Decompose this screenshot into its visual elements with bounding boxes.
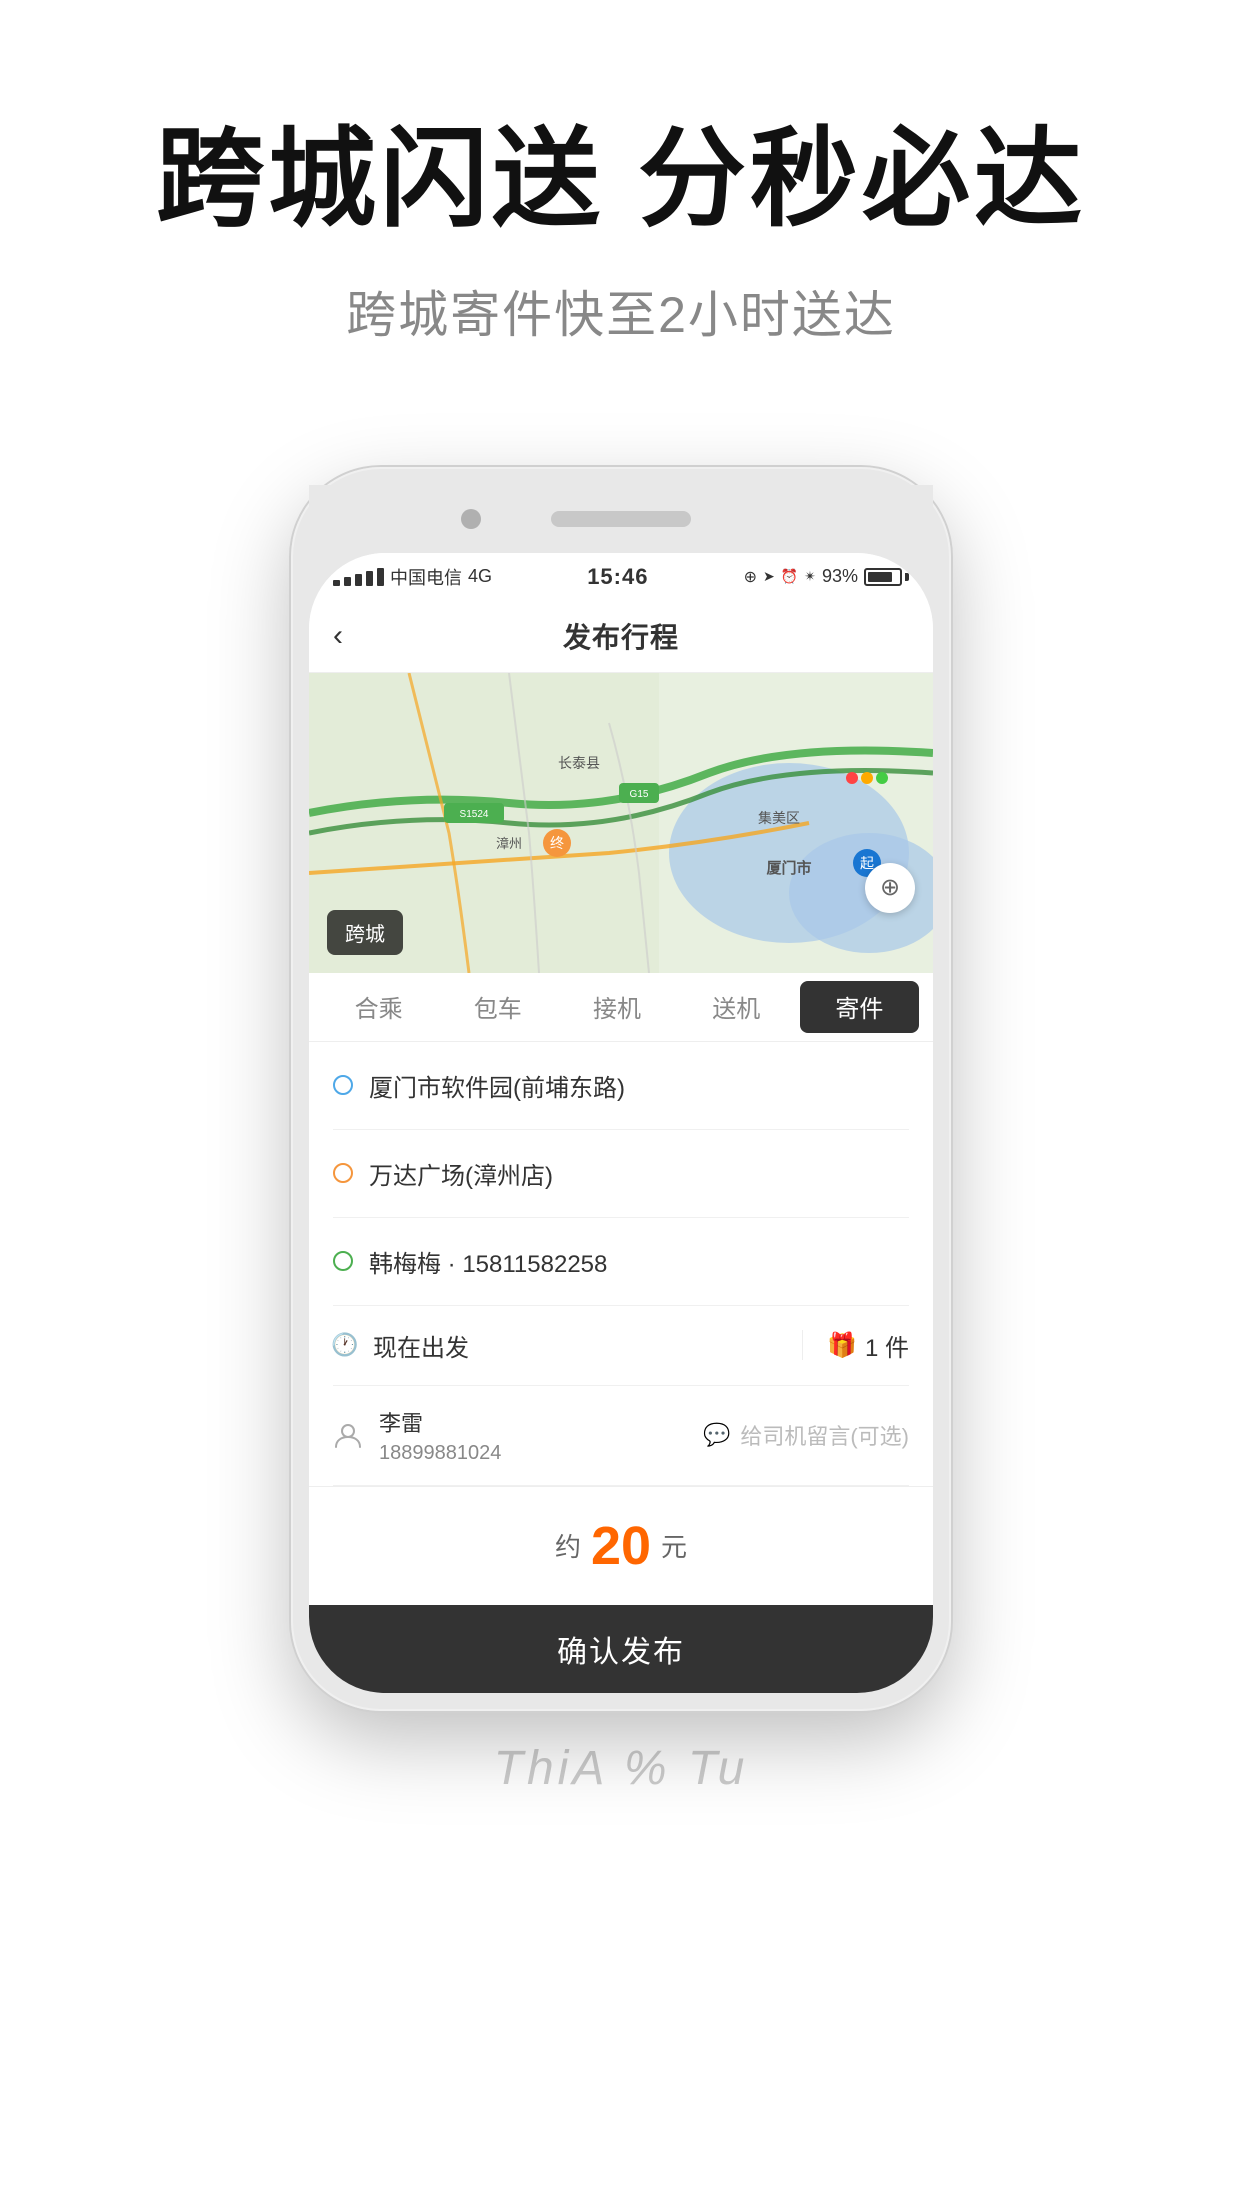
user-info: 李雷 18899881024 [379, 1406, 667, 1465]
destination-row[interactable]: 万达广场(漳州店) [333, 1130, 909, 1218]
contact-dot [333, 1251, 353, 1271]
tab-songji-label: 送机 [712, 989, 760, 1024]
svg-text:漳州: 漳州 [496, 836, 522, 851]
price-value: 20 [591, 1515, 651, 1577]
user-phone: 18899881024 [379, 1442, 667, 1465]
time-pieces-row: 🕐 现在出发 🎁 1 件 [333, 1306, 909, 1386]
battery-percent: 93% [822, 566, 858, 587]
phone-camera [461, 509, 481, 529]
back-button[interactable]: ‹ [333, 619, 343, 653]
user-row: 李雷 18899881024 💬 给司机留言(可选) [333, 1386, 909, 1486]
app-title: 发布行程 [563, 616, 679, 656]
cross-city-badge: 跨城 [327, 910, 403, 955]
status-left: 中国电信 4G [333, 564, 492, 590]
svg-text:集美区: 集美区 [758, 810, 800, 826]
tab-baoce[interactable]: 包车 [438, 973, 557, 1041]
tab-jiajian-label: 寄件 [835, 989, 883, 1024]
hero-title: 跨城闪送 分秒必达 [156, 120, 1086, 239]
pieces-icon: 🎁 [827, 1331, 857, 1360]
hero-section: 跨城闪送 分秒必达 跨城寄件快至2小时送达 [0, 0, 1242, 407]
hero-subtitle: 跨城寄件快至2小时送达 [346, 275, 896, 347]
map-area[interactable]: S1524 G15 长泰县 集美区 厦门市 起 终 [309, 673, 933, 973]
svg-text:长泰县: 长泰县 [558, 755, 600, 771]
message-icon: 💬 [703, 1422, 730, 1448]
status-time: 15:46 [587, 564, 648, 590]
crosshair-icon: ⊕ [880, 873, 900, 902]
pickup-row[interactable]: 厦门市软件园(前埔东路) [333, 1042, 909, 1130]
contact-row[interactable]: 韩梅梅 · 15811582258 [333, 1218, 909, 1306]
phone-section: 中国电信 4G 15:46 ⊕ ➤ ⏰ ✴ 93% [0, 407, 1242, 1711]
message-placeholder: 给司机留言(可选) [740, 1419, 909, 1451]
svg-text:S1524: S1524 [460, 809, 489, 820]
status-bar: 中国电信 4G 15:46 ⊕ ➤ ⏰ ✴ 93% [309, 553, 933, 601]
svg-text:厦门市: 厦门市 [766, 859, 811, 877]
user-icon [333, 1420, 363, 1450]
tab-jieji[interactable]: 接机 [557, 973, 676, 1041]
time-icon: 🕐 [333, 1333, 357, 1357]
destination-dot [333, 1163, 353, 1183]
phone-top-bar [309, 485, 933, 553]
confirm-button-label: 确认发布 [557, 1627, 685, 1671]
form-section: 厦门市软件园(前埔东路) 万达广场(漳州店) 韩梅梅 · 15811582258 [309, 1042, 933, 1486]
tab-jiajian[interactable]: 寄件 [800, 981, 919, 1033]
phone-speaker [551, 511, 691, 527]
svg-text:终: 终 [550, 835, 564, 851]
svg-text:起: 起 [860, 855, 874, 871]
pickup-text: 厦门市软件园(前埔东路) [369, 1068, 625, 1103]
watermark-area: ThiA % Tu [0, 1711, 1242, 1826]
svg-text:G15: G15 [630, 789, 649, 800]
network-type: 4G [468, 566, 492, 587]
gps-icon: ⊕ [744, 567, 757, 587]
tab-baoce-label: 包车 [474, 989, 522, 1024]
time-label: 现在出发 [373, 1328, 778, 1363]
price-prefix: 约 [555, 1527, 581, 1564]
tab-hecheng[interactable]: 合乘 [319, 973, 438, 1041]
tab-bar: 合乘 包车 接机 送机 寄件 [309, 973, 933, 1042]
carrier-text: 中国电信 [390, 564, 462, 590]
user-name: 李雷 [379, 1406, 667, 1438]
message-field[interactable]: 💬 给司机留言(可选) [683, 1419, 909, 1451]
pieces-container: 🎁 1 件 [827, 1328, 909, 1363]
price-section: 约 20 元 [309, 1486, 933, 1605]
tab-songji[interactable]: 送机 [677, 973, 796, 1041]
signal-dots [333, 568, 384, 586]
pickup-dot [333, 1075, 353, 1095]
contact-text: 韩梅梅 · 15811582258 [369, 1244, 607, 1279]
confirm-button[interactable]: 确认发布 [309, 1605, 933, 1693]
app-header: ‹ 发布行程 [309, 601, 933, 673]
price-unit: 元 [661, 1527, 687, 1564]
tab-jieji-label: 接机 [593, 989, 641, 1024]
page-wrapper: 跨城闪送 分秒必达 跨城寄件快至2小时送达 [0, 0, 1242, 2208]
tab-hecheng-label: 合乘 [355, 989, 403, 1024]
location-icon: ➤ [763, 568, 775, 585]
phone-inner: 中国电信 4G 15:46 ⊕ ➤ ⏰ ✴ 93% [309, 553, 933, 1693]
bluetooth-icon: ✴ [804, 568, 816, 585]
location-button[interactable]: ⊕ [865, 863, 915, 913]
status-right: ⊕ ➤ ⏰ ✴ 93% [744, 566, 909, 587]
alarm-icon: ⏰ [781, 568, 798, 585]
battery-indicator [864, 568, 909, 586]
pieces-label: 1 件 [865, 1328, 909, 1363]
row-divider [802, 1330, 803, 1360]
phone-mockup: 中国电信 4G 15:46 ⊕ ➤ ⏰ ✴ 93% [291, 467, 951, 1711]
destination-text: 万达广场(漳州店) [369, 1156, 553, 1191]
watermark-text: ThiA % Tu [494, 1741, 749, 1796]
